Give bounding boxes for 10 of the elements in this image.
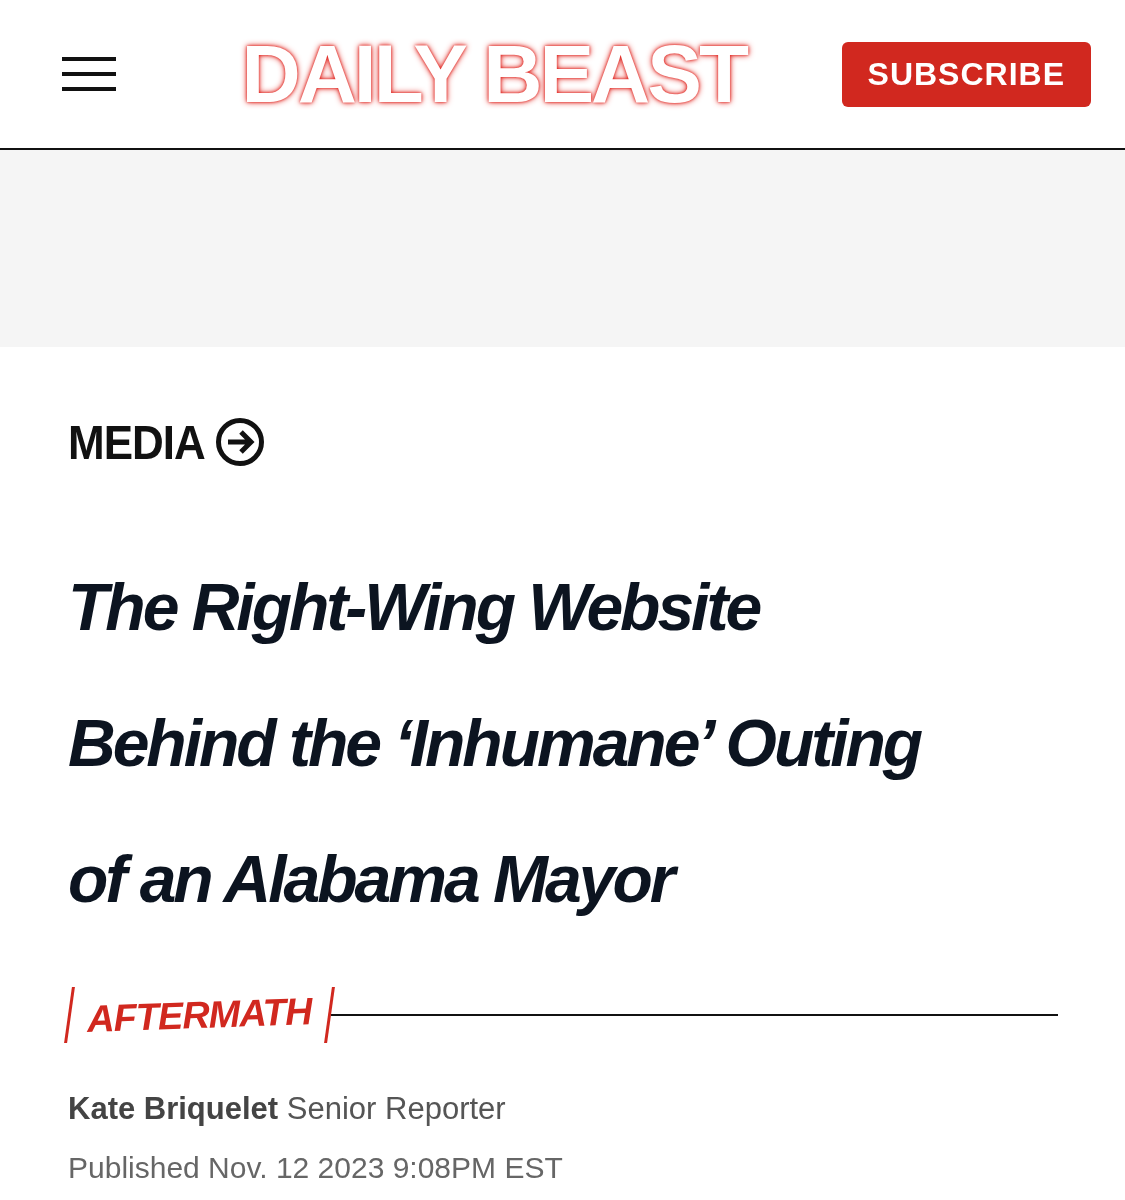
site-logo[interactable]: DAILY BEAST xyxy=(229,20,759,128)
publish-date: Published Nov. 12 2023 9:08PM EST xyxy=(68,1151,564,1185)
menu-icon[interactable] xyxy=(62,57,116,91)
section-link[interactable]: MEDIA xyxy=(68,414,205,470)
headline: The Right-Wing Website Behind the ‘Inhumane’ Outing of an Alabama Mayor xyxy=(68,569,922,918)
subscribe-button[interactable]: SUBSCRIBE xyxy=(841,41,1091,107)
arrow-circle-icon[interactable] xyxy=(214,417,265,467)
author-name[interactable]: Kate Briquelet xyxy=(68,1091,279,1126)
article-tag: AFTERMATH xyxy=(70,989,329,1041)
author-role: Senior Reporter xyxy=(286,1091,506,1126)
